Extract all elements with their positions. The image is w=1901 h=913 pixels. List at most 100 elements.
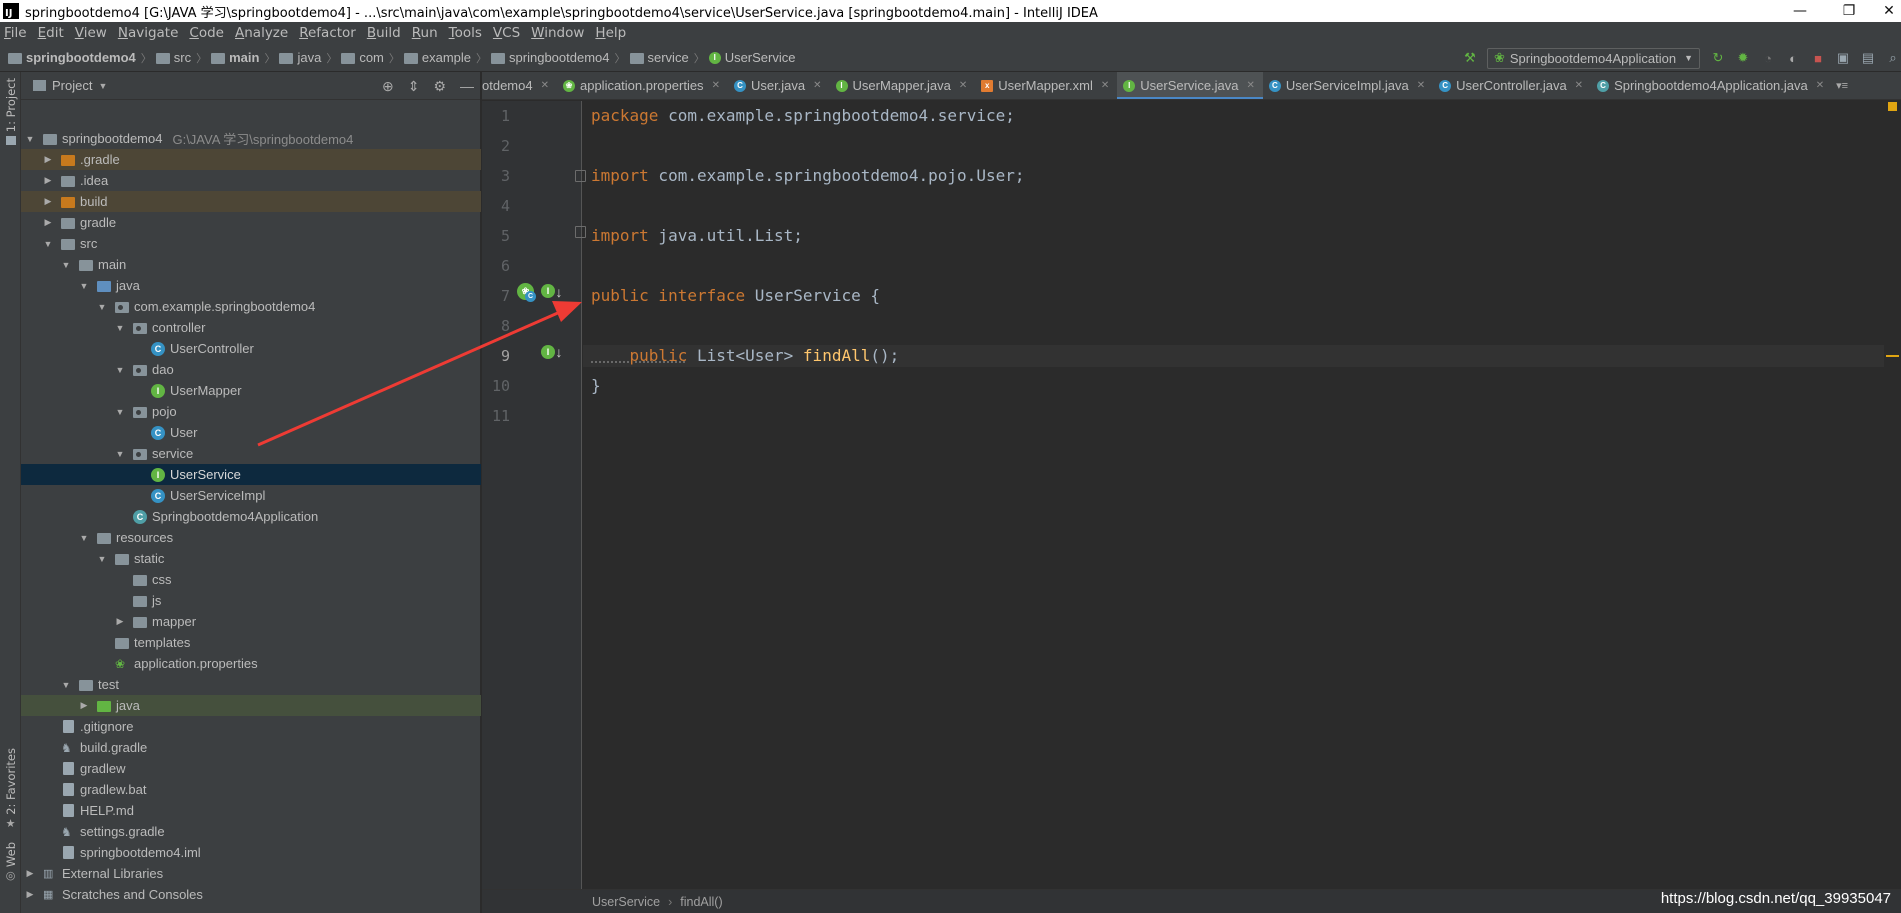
breadcrumb-method[interactable]: findAll() — [680, 895, 722, 909]
expanded-arrow-icon[interactable]: ▼ — [115, 323, 125, 333]
tree-node-build-gradle[interactable]: ♞ build.gradle — [21, 737, 481, 758]
menu-code[interactable]: Code — [189, 25, 224, 41]
collapsed-arrow-icon[interactable]: ▶ — [25, 889, 35, 900]
tree-node-templates[interactable]: templates — [21, 632, 481, 653]
collapsed-arrow-icon[interactable]: ▶ — [115, 616, 125, 627]
close-icon[interactable]: ✕ — [1417, 80, 1425, 91]
menu-run[interactable]: Run — [412, 25, 438, 41]
menu-build[interactable]: Build — [367, 25, 401, 41]
expanded-arrow-icon[interactable]: ▼ — [115, 407, 125, 417]
expanded-arrow-icon[interactable]: ▼ — [79, 281, 89, 291]
tab-application-properties[interactable]: ❀ application.properties ✕ — [557, 72, 728, 99]
implemented-method-icon[interactable]: I — [541, 345, 555, 359]
tree-node-static[interactable]: ▼ static — [21, 548, 481, 569]
nav-crumb-java[interactable]: java 〉 — [279, 50, 337, 66]
tree-node-main[interactable]: ▼ main — [21, 254, 481, 275]
debug-bug-icon[interactable]: ✹ — [1735, 50, 1751, 66]
project-structure-icon[interactable]: ▣ — [1835, 50, 1851, 66]
tab-usercontroller-java[interactable]: C UserController.java ✕ — [1433, 72, 1591, 99]
tree-node-iml[interactable]: springbootdemo4.iml — [21, 842, 481, 863]
menu-analyze[interactable]: Analyze — [235, 25, 288, 41]
tree-node-test-java[interactable]: ▶ java — [21, 695, 481, 716]
tree-node-usercontroller[interactable]: C UserController — [21, 338, 481, 359]
code-editor[interactable] — [583, 101, 1884, 889]
menu-file[interactable]: File — [4, 25, 27, 41]
expanded-arrow-icon[interactable]: ▼ — [61, 680, 71, 690]
menu-window[interactable]: Window — [531, 25, 584, 41]
close-icon[interactable]: ✕ — [1247, 80, 1255, 91]
warning-marker[interactable] — [1886, 355, 1899, 357]
tree-node-idea[interactable]: ▶ .idea — [21, 170, 481, 191]
menu-view[interactable]: View — [75, 25, 107, 41]
expanded-arrow-icon[interactable]: ▼ — [115, 449, 125, 459]
menu-refactor[interactable]: Refactor — [299, 25, 356, 41]
menu-tools[interactable]: Tools — [449, 25, 482, 41]
tree-node-gradle[interactable]: ▶ gradle — [21, 212, 481, 233]
implemented-interface-icon[interactable]: I — [541, 284, 555, 298]
project-tool-tab[interactable]: 1: Project — [0, 78, 21, 146]
tab-userservice-java[interactable]: I UserService.java ✕ — [1117, 72, 1263, 99]
build-hammer-icon[interactable]: ⚒ — [1462, 50, 1478, 66]
rerun-icon[interactable]: ↻ — [1710, 50, 1726, 66]
fold-marker-icon[interactable] — [575, 170, 586, 182]
tree-node-gradlew[interactable]: gradlew — [21, 758, 481, 779]
tree-node-dao[interactable]: ▼ dao — [21, 359, 481, 380]
close-icon[interactable]: ✕ — [712, 80, 720, 91]
favorites-tool-tab[interactable]: 2: Favorites ★ — [0, 748, 21, 830]
hide-panel-icon[interactable]: — — [460, 78, 474, 94]
minimize-button[interactable]: — — [1777, 0, 1823, 22]
collapsed-arrow-icon[interactable]: ▶ — [25, 868, 35, 879]
tree-node-src[interactable]: ▼ src — [21, 233, 481, 254]
locate-file-icon[interactable]: ⊕ — [382, 78, 394, 95]
settings-gear-icon[interactable]: ⚙ — [433, 78, 446, 95]
nav-crumb-springbootdemo4[interactable]: springbootdemo4 〉 — [491, 50, 626, 66]
warning-indicator-icon[interactable] — [1888, 102, 1897, 111]
search-everywhere-icon[interactable]: ⌕ — [1885, 50, 1901, 66]
expanded-arrow-icon[interactable]: ▼ — [97, 302, 107, 312]
close-icon[interactable]: ✕ — [1101, 80, 1109, 91]
tree-node-gitignore[interactable]: .gitignore — [21, 716, 481, 737]
tree-node-service[interactable]: ▼ service — [21, 443, 481, 464]
sdk-icon[interactable]: ▤ — [1860, 50, 1876, 66]
nav-crumb-userservice[interactable]: I UserService — [708, 50, 795, 65]
collapsed-arrow-icon[interactable]: ▶ — [43, 217, 53, 228]
collapsed-arrow-icon[interactable]: ▶ — [43, 175, 53, 186]
expanded-arrow-icon[interactable]: ▼ — [43, 239, 53, 249]
close-icon[interactable]: ✕ — [1816, 80, 1824, 91]
tree-node-external-libraries[interactable]: ▶ ▥ External Libraries — [21, 863, 481, 884]
collapsed-arrow-icon[interactable]: ▶ — [79, 700, 89, 711]
nav-crumb-com[interactable]: com 〉 — [341, 50, 400, 66]
tab-userserviceimpl-java[interactable]: C UserServiceImpl.java ✕ — [1263, 72, 1433, 99]
expanded-arrow-icon[interactable]: ▼ — [79, 533, 89, 543]
menu-help[interactable]: Help — [595, 25, 626, 41]
expanded-arrow-icon[interactable]: ▼ — [115, 365, 125, 375]
tree-node-package-root[interactable]: ▼ com.example.springbootdemo4 — [21, 296, 481, 317]
nav-crumb-service[interactable]: service 〉 — [629, 50, 705, 66]
tree-node-js[interactable]: js — [21, 590, 481, 611]
nav-crumb-project[interactable]: springbootdemo4 〉 — [8, 50, 152, 66]
nav-crumb-example[interactable]: example 〉 — [403, 50, 487, 66]
coverage-icon[interactable]: ◔ — [1760, 50, 1776, 66]
error-stripe[interactable] — [1884, 101, 1901, 889]
menu-vcs[interactable]: VCS — [493, 25, 520, 41]
tree-node-userserviceimpl[interactable]: C UserServiceImpl — [21, 485, 481, 506]
tree-node-java[interactable]: ▼ java — [21, 275, 481, 296]
tree-node-build[interactable]: ▶ build — [21, 191, 481, 212]
tree-node-usermapper[interactable]: I UserMapper — [21, 380, 481, 401]
tab-usermapper-java[interactable]: I UserMapper.java ✕ — [830, 72, 976, 99]
expanded-arrow-icon[interactable]: ▼ — [97, 554, 107, 564]
tree-node-gradlew-bat[interactable]: gradlew.bat — [21, 779, 481, 800]
tree-node-mapper[interactable]: ▶ mapper — [21, 611, 481, 632]
tree-node-test[interactable]: ▼ test — [21, 674, 481, 695]
expanded-arrow-icon[interactable]: ▼ — [61, 260, 71, 270]
tree-node-user[interactable]: C User — [21, 422, 481, 443]
tree-node-gradle-dir[interactable]: ▶ .gradle — [21, 149, 481, 170]
close-icon[interactable]: ✕ — [813, 80, 821, 91]
tree-node-pojo[interactable]: ▼ pojo — [21, 401, 481, 422]
tree-node-help-md[interactable]: HELP.md — [21, 800, 481, 821]
profile-icon[interactable]: ◐ — [1785, 50, 1801, 66]
stop-icon[interactable]: ■ — [1810, 50, 1826, 66]
tree-node-css[interactable]: css — [21, 569, 481, 590]
tree-node-settings-gradle[interactable]: ♞ settings.gradle — [21, 821, 481, 842]
close-icon[interactable]: ✕ — [959, 80, 967, 91]
